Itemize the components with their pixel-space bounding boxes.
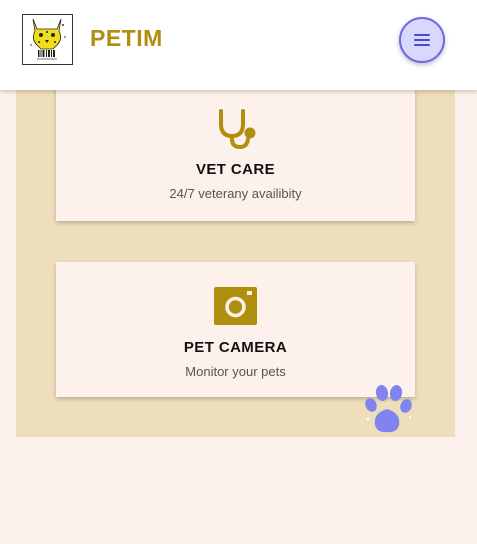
brand-name[interactable]: PETIM [90, 25, 163, 52]
menu-button[interactable] [399, 17, 445, 63]
service-description: 24/7 veterany availibity [169, 186, 302, 201]
pet-camera-card[interactable]: PET CAMERA Monitor your pets [56, 262, 415, 397]
cheetah-logo-icon[interactable] [22, 14, 73, 65]
paw-print-icon [365, 383, 412, 433]
stethoscope-icon [218, 109, 255, 150]
service-title: PET CAMERA [183, 339, 288, 356]
vet-care-card[interactable]: VET CARE 24/7 veterany availibity [56, 80, 415, 221]
service-description: Monitor your pets [185, 364, 286, 379]
hamburger-menu-icon [414, 34, 430, 46]
camera-icon [214, 287, 257, 325]
top-header: PETIM [0, 0, 477, 90]
service-title: VET CARE [195, 161, 276, 178]
